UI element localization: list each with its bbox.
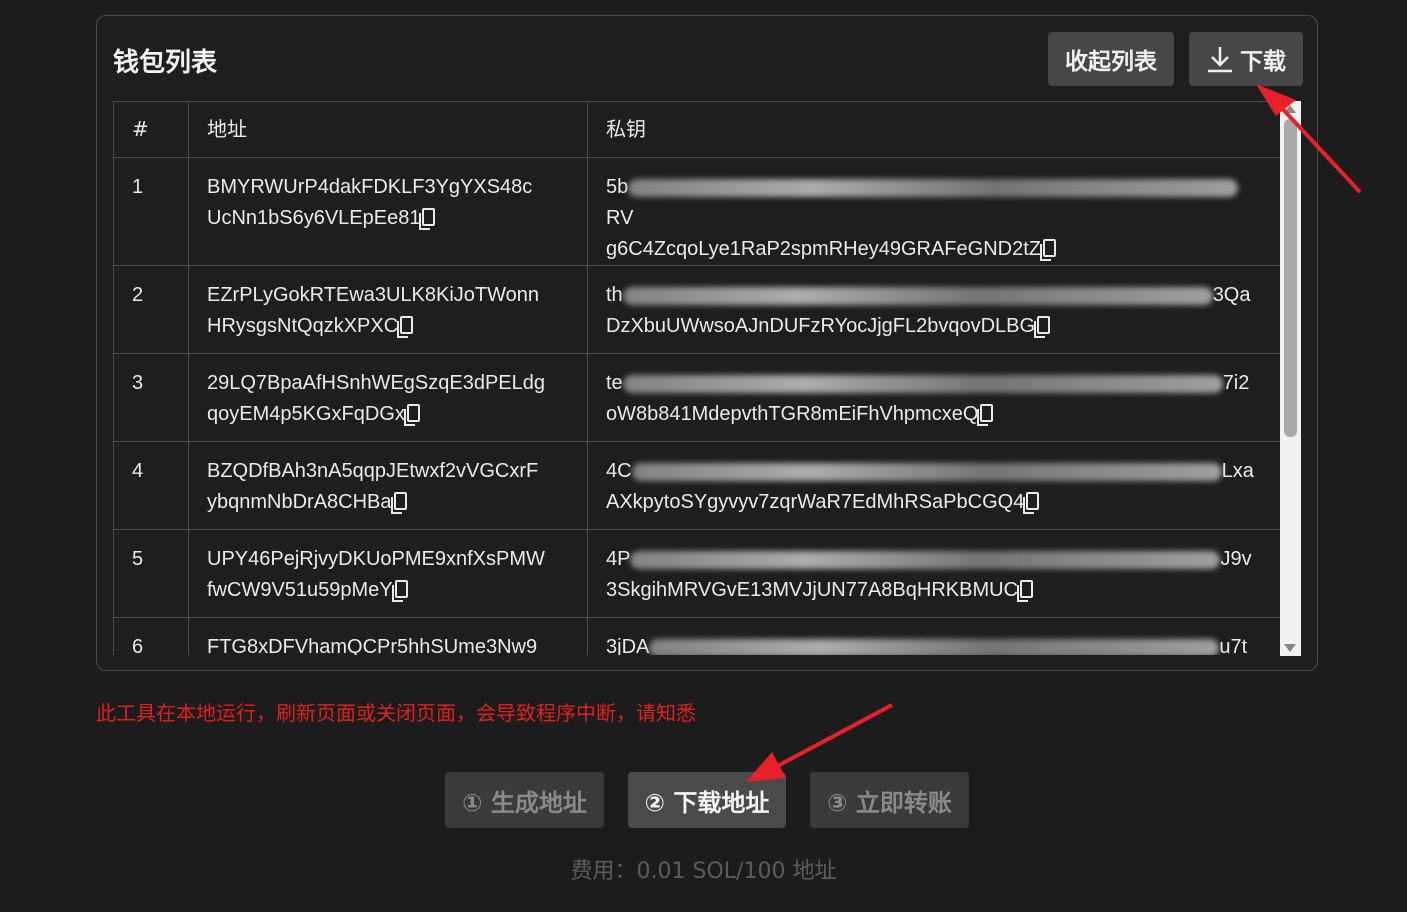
row-index-text: 1 — [132, 176, 144, 198]
address-cell: EZrPLyGokRTEwa3ULK8KiJoTWonn HRysgsNtQqzk… — [188, 265, 588, 354]
address-line-1: BMYRWUrP4dakFDKLF3YgYXS48c — [207, 176, 533, 198]
copy-private-key-icon[interactable] — [1040, 239, 1056, 261]
copy-address-icon[interactable] — [391, 580, 408, 602]
row-index: 3 — [113, 353, 189, 442]
row-index-text: 6 — [132, 636, 144, 655]
private-key-start: 4P — [606, 548, 631, 570]
copy-address-icon[interactable] — [403, 404, 420, 426]
private-key-line-2: oW8b841MdepvthTGR8mEiFhVhpmcxeQ — [606, 403, 979, 425]
scroll-down-arrow[interactable] — [1284, 644, 1296, 652]
address-cell: BMYRWUrP4dakFDKLF3YgYXS48c UcNn1bS6y6VLEp… — [188, 157, 588, 266]
address-line-1: BZQDfBAh3nA5qqpJEtwxf2vVGCxrF — [207, 460, 539, 482]
row-index-text: 5 — [132, 548, 144, 570]
private-key-blurred — [628, 178, 1239, 197]
table-row: 2 EZrPLyGokRTEwa3ULK8KiJoTWonn HRysgsNtQqz… — [113, 265, 1281, 354]
private-key-end: u7t — [1219, 636, 1248, 655]
header-address: 地址 — [188, 101, 588, 158]
private-key-start: 5b — [606, 176, 629, 198]
private-key-cell: 4C Lxa AXkpytoSYgyvyv7zqrWaR7EdMhRSaPbCGQ4 — [587, 441, 1281, 530]
private-key-cell: te 7i2 oW8b841MdepvthTGR8mEiFhVhpmcxeQ — [587, 353, 1281, 442]
address-line-2: ybqnmNbDrA8CHBa — [207, 491, 392, 513]
address-line-2: HRysgsNtQqzkXPXC — [207, 315, 399, 337]
row-index: 1 — [113, 157, 189, 266]
header-index: # — [113, 101, 189, 158]
address-line-1: UPY46PejRjvyDKUoPME9xnfXsPMW — [207, 548, 545, 570]
download-button[interactable]: 下载 — [1189, 32, 1303, 86]
private-key-blurred — [631, 462, 1222, 481]
row-index-text: 2 — [132, 284, 144, 306]
private-key-cell: 3jDAu7tooo2E4iGouUBV66KoSodobi7X.livgyb2… — [587, 617, 1281, 655]
table-header-row: # 地址 私钥 — [113, 101, 1281, 158]
scroll-up-arrow[interactable] — [1284, 105, 1296, 113]
table-row: 4 BZQDfBAh3nA5qqpJEtwxf2vVGCxrF ybqnmNbDrA… — [113, 441, 1281, 530]
warning-text: 此工具在本地运行，刷新页面或关闭页面，会导致程序中断，请知悉 — [96, 701, 696, 725]
address-cell: BZQDfBAh3nA5qqpJEtwxf2vVGCxrF ybqnmNbDrA8… — [188, 441, 588, 530]
private-key-cell: th 3Qa DzXbuUWwsoAJnDUFzRYocJjgFL2bvqovDLB… — [587, 265, 1281, 354]
private-key-line-2: DzXbuUWwsoAJnDUFzRYocJjgFL2bvqovDLBG — [606, 315, 1036, 337]
address-line-1: 29LQ7BpaAfHSnhWEgSzqE3dPELdg — [207, 372, 545, 394]
private-key-line-2: AXkpytoSYgyvyv7zqrWaR7EdMhRSaPbCGQ4 — [606, 491, 1025, 513]
private-key-blurred — [630, 550, 1221, 569]
collapse-list-button[interactable]: 收起列表 — [1048, 32, 1174, 86]
wallet-table: # 地址 私钥 1 BMYRWUrP4dakFDKLF3YgYXS48c UcNn1… — [113, 101, 1281, 655]
download-icon — [1208, 47, 1232, 73]
header-private-key: 私钥 — [587, 101, 1281, 158]
private-key-blurred — [622, 374, 1223, 393]
address-cell: 29LQ7BpaAfHSnhWEgSzqE3dPELdg qoyEM4p5KGxF… — [188, 353, 588, 442]
row-index: 5 — [113, 529, 189, 618]
private-key-cell: 4P J9v 3SkgihMRVGvE13MVJjUN77A8BqHRKBMUC — [587, 529, 1281, 618]
private-key-end: 7i2 — [1222, 372, 1250, 394]
table-row: 6 FTG8xDFVhamQCPr5hhSUme3Nw9k4BZM66FXSmdM… — [113, 617, 1281, 655]
table-row: 3 29LQ7BpaAfHSnhWEgSzqE3dPELdg qoyEM4p5KGx… — [113, 353, 1281, 442]
row-index: 4 — [113, 441, 189, 530]
private-key-line-2: 3SkgihMRVGvE13MVJjUN77A8BqHRKBMUC — [606, 579, 1018, 601]
address-line-2: fwCW9V51u59pMeY — [207, 579, 393, 601]
scroll-thumb[interactable] — [1284, 119, 1297, 437]
copy-private-key-icon[interactable] — [977, 404, 994, 426]
private-key-end: 3Qa — [1212, 284, 1251, 306]
address-line-1: EZrPLyGokRTEwa3ULK8KiJoTWonn — [207, 284, 539, 306]
row-index: 6 — [113, 617, 189, 655]
private-key-end: RV — [606, 207, 634, 229]
row-index: 2 — [113, 265, 189, 354]
address-line-2: UcNn1bS6y6VLEpEe81 — [207, 207, 421, 229]
address-line-1: FTG8xDFVhamQCPr5hhSUme3Nw9 — [207, 636, 538, 655]
private-key-line-2: g6C4ZcqoLye1RaP2spmRHey49GRAFeGND2tZ — [606, 238, 1041, 260]
fee-text: 费用：0.01 SOL/100 地址 — [570, 859, 837, 884]
private-key-end: J9v — [1220, 548, 1252, 570]
step-download-address-button[interactable]: ② 下载地址 — [628, 772, 786, 828]
row-index-text: 4 — [132, 460, 144, 482]
table-row: 5 UPY46PejRjvyDKUoPME9xnfXsPMW fwCW9V51u59… — [113, 529, 1281, 618]
private-key-start: 3jDA — [606, 636, 650, 655]
copy-private-key-icon[interactable] — [1017, 580, 1033, 602]
copy-private-key-icon[interactable] — [1023, 492, 1040, 514]
private-key-end: Lxa — [1221, 460, 1254, 482]
copy-address-icon[interactable] — [419, 208, 436, 230]
download-label: 下载 — [1240, 49, 1286, 75]
panel-title: 钱包列表 — [113, 48, 218, 78]
step-generate-address-button[interactable]: ① 生成地址 — [445, 772, 604, 828]
copy-address-icon[interactable] — [397, 316, 414, 338]
wallet-table-container: # 地址 私钥 1 BMYRWUrP4dakFDKLF3YgYXS48c UcNn1… — [113, 101, 1302, 655]
wallet-list-panel: 钱包列表 收起列表 下载 # 地址 私钥 1 BMYRWUrP4dakFDKLF3… — [96, 15, 1318, 671]
private-key-start: 4C — [606, 460, 632, 482]
table-scrollbar[interactable] — [1280, 101, 1301, 656]
address-line-2: qoyEM4p5KGxFqDGx — [207, 403, 405, 425]
step-transfer-now-button[interactable]: ③ 立即转账 — [810, 772, 969, 828]
copy-private-key-icon[interactable] — [1034, 316, 1051, 338]
private-key-blurred — [622, 286, 1213, 305]
address-cell: UPY46PejRjvyDKUoPME9xnfXsPMW fwCW9V51u59p… — [188, 529, 588, 618]
copy-address-icon[interactable] — [390, 492, 407, 514]
annotation-arrow-bottom — [746, 703, 893, 782]
row-index-text: 3 — [132, 372, 144, 394]
address-cell: FTG8xDFVhamQCPr5hhSUme3Nw9k4BZM66FXSmdMC… — [188, 617, 588, 655]
table-row: 1 BMYRWUrP4dakFDKLF3YgYXS48c UcNn1bS6y6VLE… — [113, 157, 1281, 266]
private-key-cell: 5b RV g6C4ZcqoLye1RaP2spmRHey49GRAFeGND2tZ — [587, 157, 1281, 266]
private-key-start: te — [606, 372, 623, 394]
private-key-start: th — [606, 284, 623, 306]
private-key-blurred — [649, 638, 1220, 655]
